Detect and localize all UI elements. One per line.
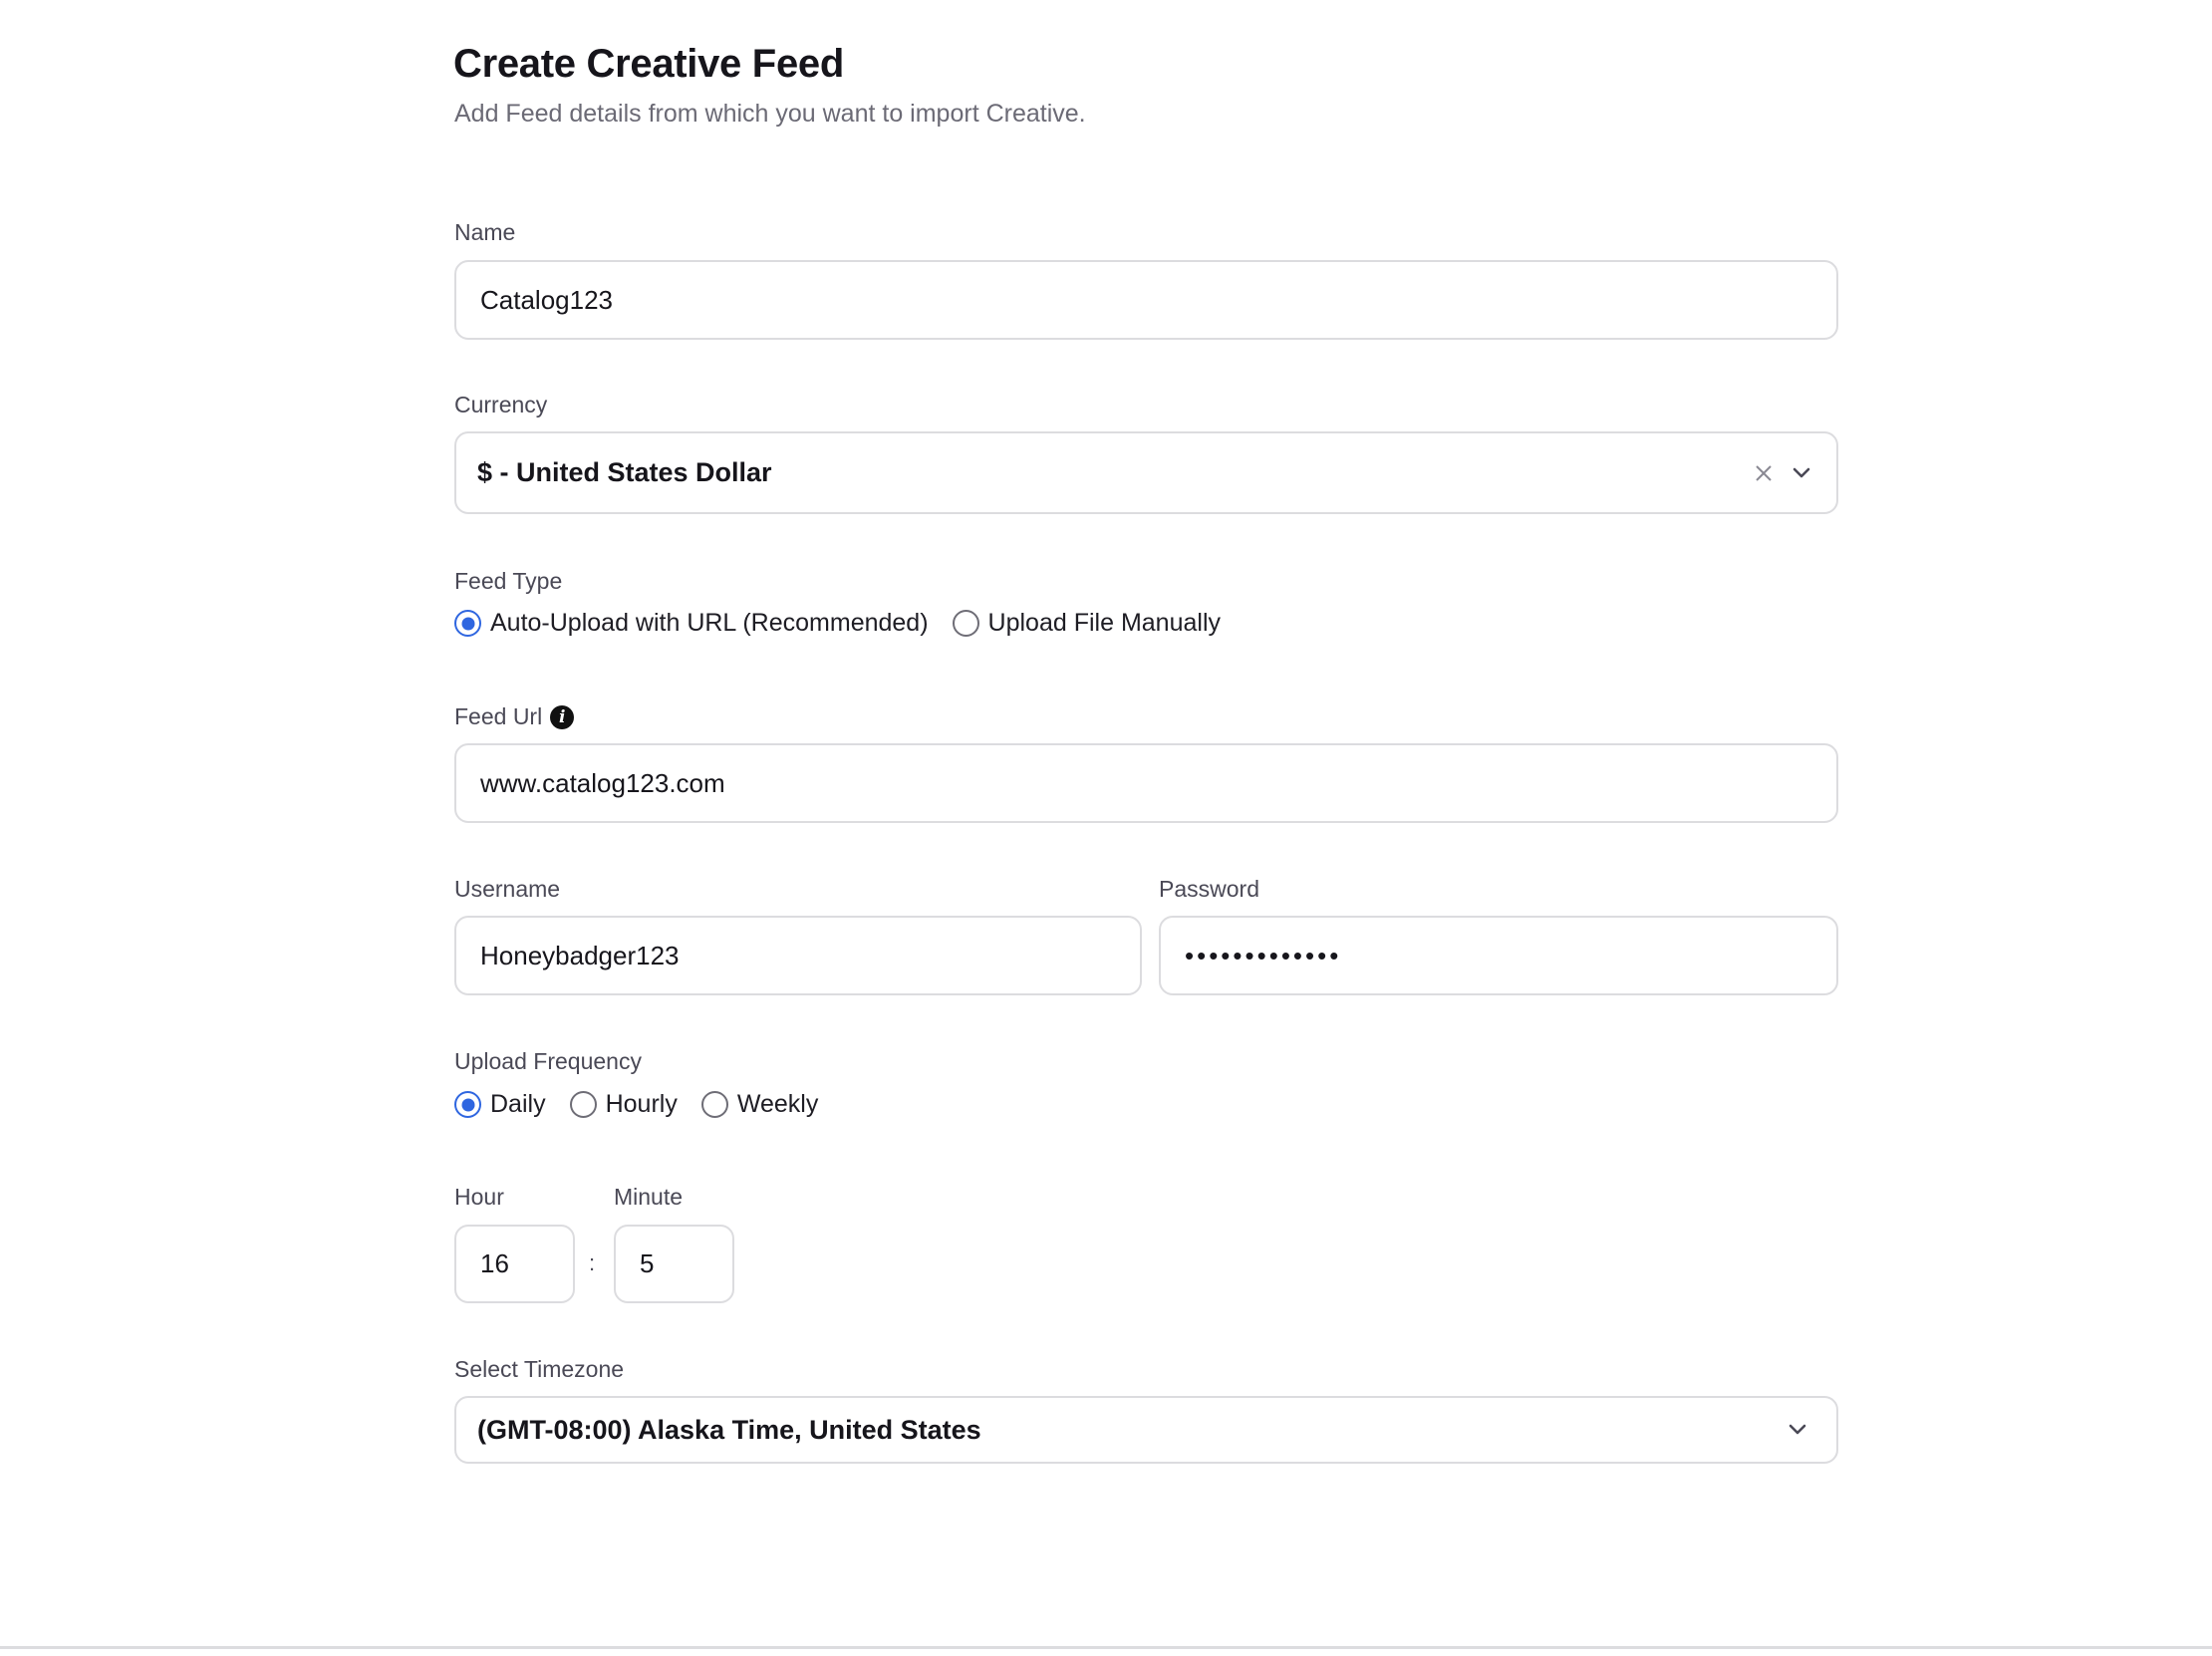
hour-label: Hour [454,1184,504,1210]
chevron-down-icon[interactable] [1787,458,1816,488]
radio-label: Auto-Upload with URL (Recommended) [490,609,929,637]
feed-url-label: Feed Url [454,703,543,729]
username-value: Honeybadger123 [480,940,680,970]
minute-label: Minute [614,1184,684,1210]
page-subtitle: Add Feed details from which you want to … [454,100,1086,128]
radio-label: Weekly [736,1090,819,1118]
currency-value: $ - United States Dollar [477,457,772,487]
name-input[interactable]: Catalog123 [454,260,1838,340]
radio-unchecked-icon [952,610,979,637]
password-value: ••••••••••••• [1185,940,1342,970]
username-label: Username [454,876,561,902]
feed-type-radio-group: Auto-Upload with URL (Recommended) Uploa… [454,609,1244,638]
upload-frequency-radio-group: Daily Hourly Weekly [454,1090,842,1119]
currency-label: Currency [454,392,548,417]
password-input[interactable]: ••••••••••••• [1159,916,1838,995]
minute-value: 5 [640,1248,655,1278]
feed-url-value: www.catalog123.com [480,767,725,798]
radio-label: Daily [490,1090,546,1118]
name-label: Name [454,219,516,245]
hour-value: 16 [480,1248,509,1278]
timezone-label: Select Timezone [454,1356,625,1382]
timezone-select[interactable]: (GMT-08:00) Alaska Time, United States [454,1396,1838,1464]
chevron-down-icon[interactable] [1783,1415,1812,1445]
minute-input[interactable]: 5 [614,1225,734,1303]
feed-url-label-row: Feed Url i [454,703,575,730]
upload-frequency-label: Upload Frequency [454,1048,642,1074]
radio-checked-icon [454,1091,481,1118]
radio-label: Hourly [605,1090,678,1118]
radio-unchecked-icon [700,1091,728,1118]
feed-type-label: Feed Type [454,568,563,594]
username-input[interactable]: Honeybadger123 [454,916,1142,995]
time-separator: : [589,1250,596,1275]
radio-checked-icon [454,610,481,637]
frequency-hourly-radio[interactable]: Hourly [569,1090,678,1119]
currency-select[interactable]: $ - United States Dollar [454,431,1838,514]
frequency-weekly-radio[interactable]: Weekly [700,1090,819,1119]
footer-divider [0,1646,2212,1649]
feed-url-input[interactable]: www.catalog123.com [454,743,1838,823]
password-label: Password [1159,876,1259,902]
name-value: Catalog123 [480,284,613,315]
radio-label: Upload File Manually [987,609,1221,637]
radio-unchecked-icon [569,1091,597,1118]
frequency-daily-radio[interactable]: Daily [454,1090,546,1119]
timezone-value: (GMT-08:00) Alaska Time, United States [477,1414,981,1445]
page-title: Create Creative Feed [453,42,844,86]
hour-input[interactable]: 16 [454,1225,575,1303]
info-icon[interactable]: i [550,704,575,729]
feed-type-manual-upload-radio[interactable]: Upload File Manually [952,609,1221,638]
feed-type-auto-upload-radio[interactable]: Auto-Upload with URL (Recommended) [454,609,929,638]
close-icon[interactable] [1749,458,1779,488]
